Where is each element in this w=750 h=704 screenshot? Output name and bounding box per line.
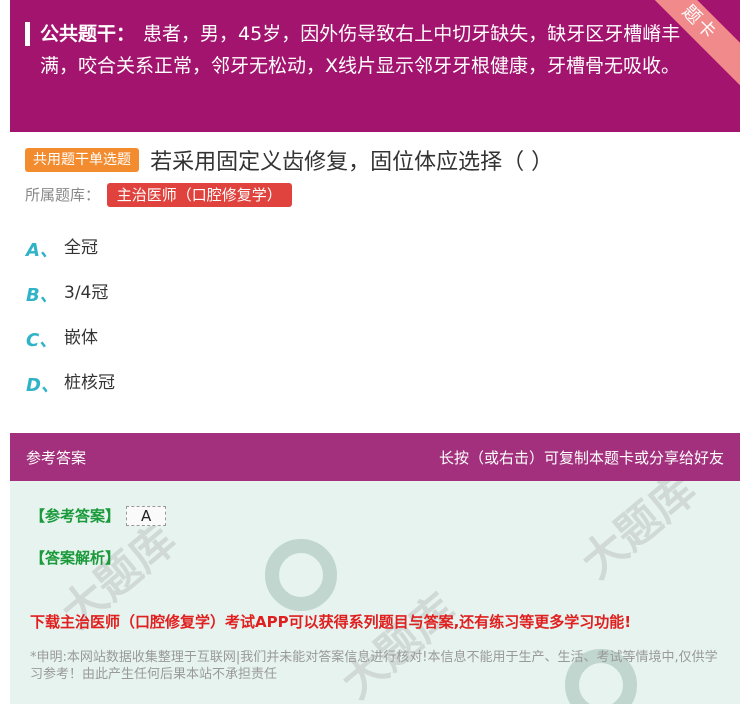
answer-header: 参考答案 长按（或右击）可复制本题卡或分享给好友: [10, 433, 740, 481]
question-row: 共用题干单选题 若采用固定义齿修复，固位体应选择（ ）: [25, 144, 553, 175]
watermark-icon: 大题库: [331, 584, 466, 704]
disclaimer-text: *申明:本网站数据收集整理于互联网|我们并未能对答案信息进行核对!本信息不能用于…: [30, 650, 718, 682]
option-letter: C、: [26, 330, 58, 351]
option-text: 嵌体: [64, 328, 98, 348]
watermark-logo-icon: [265, 539, 337, 611]
question-stem: 公共题干： 患者，男，45岁，因外伤导致右上中切牙缺失，缺牙区牙槽嵴丰满，咬合关系…: [10, 0, 740, 132]
option-d[interactable]: D、 桩核冠: [26, 371, 115, 416]
options-list: A、 全冠 B、 3/4冠 C、 嵌体 D、 桩核冠: [26, 236, 115, 416]
option-letter: D、: [26, 375, 59, 396]
option-letter: A、: [26, 240, 58, 261]
share-hint: 长按（或右击）可复制本题卡或分享给好友: [438, 449, 724, 467]
watermark-icon: 大题库: [571, 481, 706, 589]
option-b[interactable]: B、 3/4冠: [26, 281, 115, 326]
option-text: 全冠: [64, 238, 98, 258]
question-bank: 所属题库： 主治医师（口腔修复学）: [25, 183, 292, 207]
bank-label: 所属题库：: [25, 186, 101, 204]
stem-text-block: 公共题干： 患者，男，45岁，因外伤导致右上中切牙缺失，缺牙区牙槽嵴丰满，咬合关系…: [40, 18, 690, 82]
reference-answer-value: A: [126, 506, 167, 526]
option-letter: B、: [26, 285, 58, 306]
option-text: 3/4冠: [64, 283, 109, 303]
question-title: 若采用固定义齿修复，固位体应选择（ ）: [150, 150, 554, 175]
option-text: 桩核冠: [64, 373, 115, 393]
bank-tag[interactable]: 主治医师（口腔修复学）: [106, 183, 292, 207]
option-c[interactable]: C、 嵌体: [26, 326, 115, 371]
reference-answer: 【参考答案】 A: [30, 505, 167, 526]
answer-analysis-label: 【答案解析】: [30, 549, 121, 567]
answer-body: 大题库 大题库 大题库 【参考答案】 A 【答案解析】 下载主治医师（口腔修复学）…: [10, 481, 740, 704]
answer-header-title: 参考答案: [26, 449, 87, 467]
option-a[interactable]: A、 全冠: [26, 236, 115, 281]
app-download-promo[interactable]: 下载主治医师（口腔修复学）考试APP可以获得系列题目与答案,还有练习等更多学习功…: [30, 611, 631, 632]
stem-accent-bar: [25, 22, 30, 46]
stem-label: 公共题干：: [40, 23, 136, 45]
question-type-tag: 共用题干单选题: [25, 148, 139, 172]
reference-answer-label: 【参考答案】: [30, 507, 121, 525]
stem-text: 患者，男，45岁，因外伤导致右上中切牙缺失，缺牙区牙槽嵴丰满，咬合关系正常，邻牙…: [40, 23, 681, 77]
